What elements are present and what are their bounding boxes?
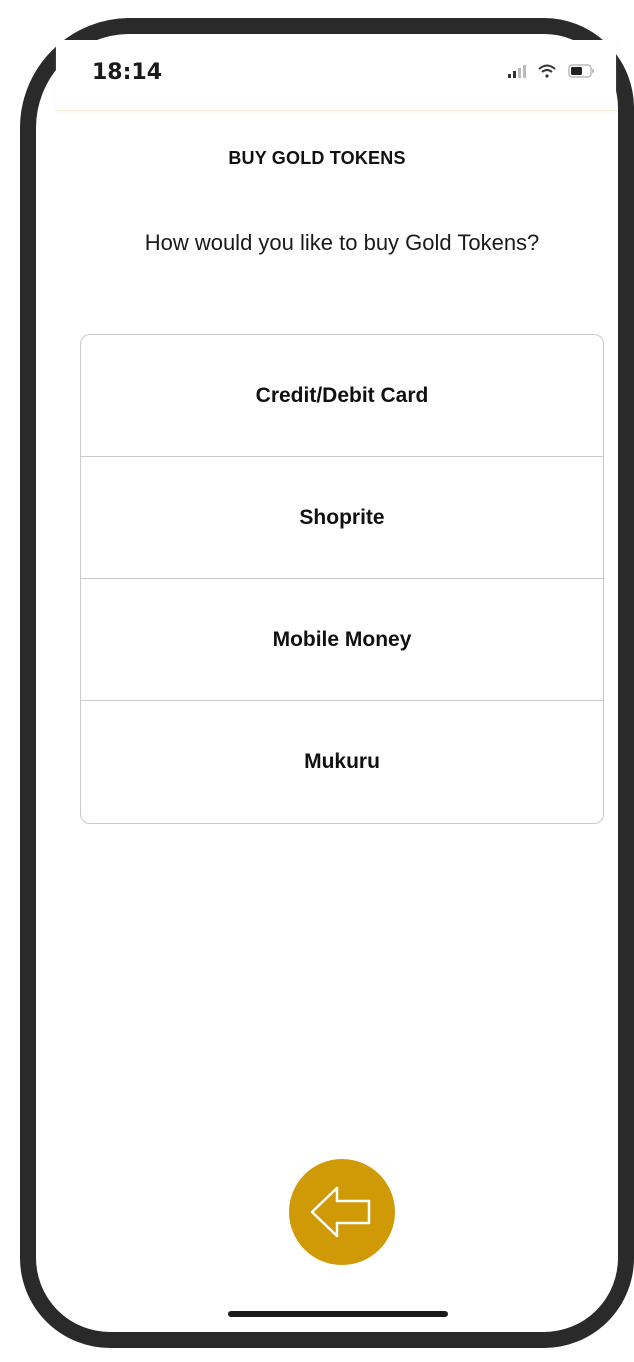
status-bar: 18:14 bbox=[56, 40, 616, 111]
battery-icon bbox=[568, 64, 596, 78]
payment-options-list: Credit/Debit Card Shoprite Mobile Money … bbox=[80, 334, 604, 824]
status-icons bbox=[508, 64, 596, 78]
option-shoprite[interactable]: Shoprite bbox=[81, 457, 603, 579]
home-indicator[interactable] bbox=[228, 1311, 448, 1317]
option-mukuru[interactable]: Mukuru bbox=[81, 701, 603, 823]
option-credit-debit-card[interactable]: Credit/Debit Card bbox=[81, 335, 603, 457]
page-title: BUY GOLD TOKENS bbox=[228, 148, 406, 168]
arrow-left-icon bbox=[310, 1186, 371, 1238]
signal-icon bbox=[508, 64, 526, 78]
prompt-text: How would you like to buy Gold Tokens? bbox=[144, 230, 540, 255]
back-button[interactable] bbox=[289, 1159, 395, 1265]
wifi-icon bbox=[538, 64, 556, 78]
option-mobile-money[interactable]: Mobile Money bbox=[81, 579, 603, 701]
status-time: 18:14 bbox=[92, 60, 163, 85]
